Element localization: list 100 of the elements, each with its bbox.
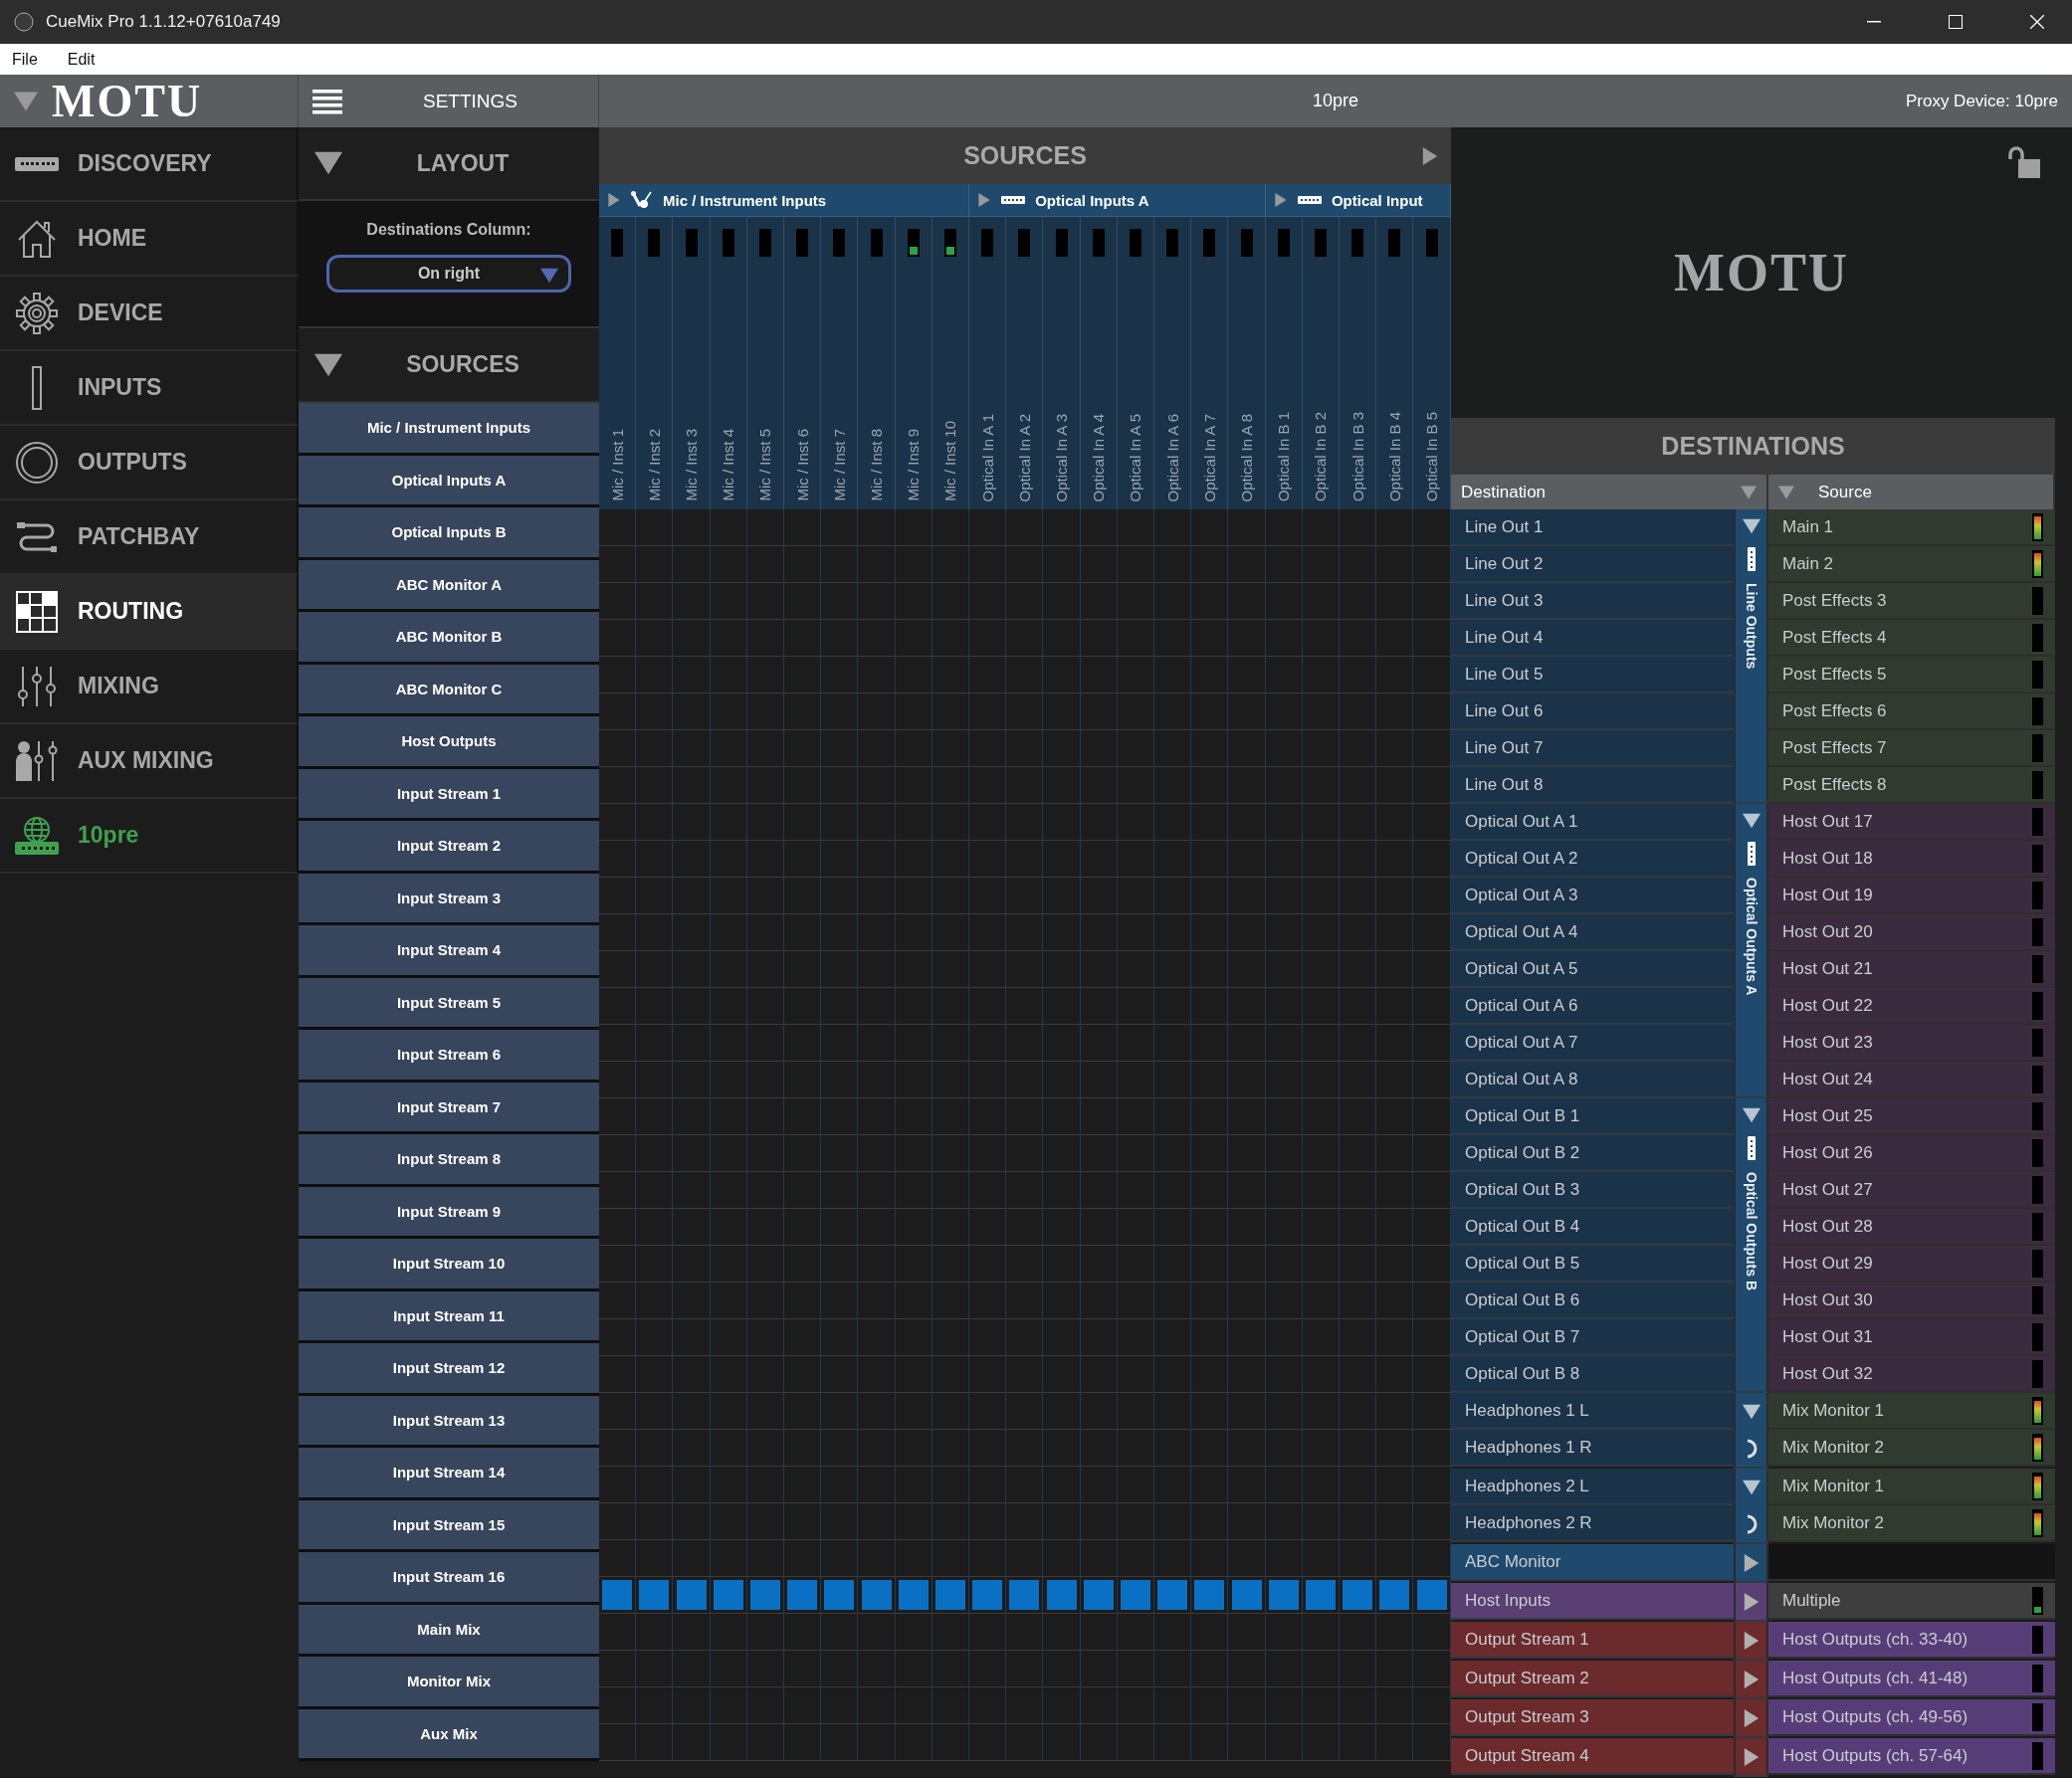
- source-cell[interactable]: Host Out 22: [1768, 988, 2055, 1025]
- source-cell[interactable]: Host Outputs (ch. 49-56): [1768, 1699, 2055, 1736]
- route-square[interactable]: [898, 1580, 929, 1610]
- menu-item[interactable]: Edit: [67, 50, 96, 69]
- source-cell[interactable]: Mix Monitor 1: [1768, 1393, 2055, 1430]
- source-cell[interactable]: Host Out 30: [1768, 1283, 2055, 1319]
- route-square[interactable]: [824, 1580, 855, 1610]
- source-cell[interactable]: Host Out 23: [1768, 1025, 2055, 1062]
- destination-cell[interactable]: Output Stream 3: [1451, 1699, 1734, 1736]
- destination-cell[interactable]: Optical Out A 8: [1451, 1062, 1734, 1098]
- destination-cell[interactable]: Headphones 2 R: [1451, 1505, 1734, 1542]
- source-cell[interactable]: Host Out 17: [1768, 804, 2055, 841]
- destination-cell[interactable]: Optical Out A 1: [1451, 804, 1734, 841]
- group-header[interactable]: Optical Input: [1265, 184, 1451, 217]
- source-list-item[interactable]: Mic / Instrument Inputs: [299, 403, 599, 456]
- nav-item[interactable]: OUTPUTS: [0, 426, 299, 500]
- source-list-item[interactable]: Input Stream 14: [299, 1448, 599, 1500]
- sort-icon[interactable]: [1778, 484, 1794, 500]
- expand-icon[interactable]: [1742, 1592, 1761, 1611]
- group-header[interactable]: Mic / Instrument Inputs: [599, 184, 970, 217]
- destination-cell[interactable]: Line Out 1: [1451, 509, 1734, 546]
- group-header[interactable]: Optical Inputs A: [969, 184, 1266, 217]
- close-icon[interactable]: [2030, 15, 2044, 29]
- expand-icon[interactable]: [1742, 1670, 1761, 1688]
- source-cell[interactable]: Host Out 28: [1768, 1209, 2055, 1246]
- destination-cell[interactable]: Optical Out B 1: [1451, 1098, 1734, 1135]
- source-cell[interactable]: Host Out 32: [1768, 1356, 2055, 1393]
- destination-cell[interactable]: Optical Out A 3: [1451, 878, 1734, 914]
- route-square[interactable]: [1416, 1580, 1447, 1610]
- source-cell[interactable]: Multiple: [1768, 1583, 2055, 1620]
- destination-cell[interactable]: Optical Out B 4: [1451, 1209, 1734, 1246]
- expand-icon[interactable]: [1742, 1553, 1761, 1572]
- destination-cell[interactable]: Optical Out A 7: [1451, 1025, 1734, 1062]
- nav-item[interactable]: INPUTS: [0, 351, 299, 426]
- source-cell[interactable]: Post Effects 4: [1768, 620, 2055, 657]
- collapse-icon[interactable]: [1742, 517, 1761, 535]
- route-square[interactable]: [676, 1580, 707, 1610]
- nav-item[interactable]: DISCOVERY: [0, 127, 299, 202]
- nav-item[interactable]: PATCHBAY: [0, 500, 299, 575]
- route-square[interactable]: [749, 1580, 780, 1610]
- destination-cell[interactable]: Optical Out B 6: [1451, 1283, 1734, 1319]
- source-cell[interactable]: Host Out 29: [1768, 1246, 2055, 1283]
- source-list-item[interactable]: ABC Monitor A: [299, 559, 599, 612]
- dropdown[interactable]: On right: [326, 255, 571, 293]
- source-cell[interactable]: Main 1: [1768, 509, 2055, 546]
- source-list-item[interactable]: Input Stream 6: [299, 1030, 599, 1083]
- sort-icon[interactable]: [1741, 484, 1757, 500]
- menu-item[interactable]: File: [12, 50, 38, 69]
- source-list-item[interactable]: Input Stream 3: [299, 873, 599, 925]
- source-list-item[interactable]: Host Outputs: [299, 716, 599, 769]
- route-square[interactable]: [1083, 1580, 1114, 1610]
- destination-cell[interactable]: Optical Out A 5: [1451, 951, 1734, 988]
- destination-cell[interactable]: Optical Out B 3: [1451, 1172, 1734, 1209]
- nav-item[interactable]: DEVICE: [0, 277, 299, 351]
- collapse-icon[interactable]: [1742, 1478, 1761, 1496]
- nav-item[interactable]: ROUTING: [0, 575, 299, 650]
- source-list-item[interactable]: Input Stream 11: [299, 1290, 599, 1343]
- route-square[interactable]: [1305, 1580, 1336, 1610]
- menu-icon[interactable]: [312, 87, 342, 115]
- destination-cell[interactable]: Line Out 8: [1451, 767, 1734, 804]
- source-cell[interactable]: Host Out 27: [1768, 1172, 2055, 1209]
- route-square[interactable]: [1343, 1580, 1373, 1610]
- destination-cell[interactable]: Optical Out A 4: [1451, 914, 1734, 951]
- route-square[interactable]: [787, 1580, 818, 1610]
- destination-cell[interactable]: Headphones 1 L: [1451, 1393, 1734, 1430]
- source-cell[interactable]: Mix Monitor 2: [1768, 1505, 2055, 1542]
- source-cell[interactable]: Host Out 21: [1768, 951, 2055, 988]
- route-square[interactable]: [1009, 1580, 1040, 1610]
- source-cell[interactable]: Post Effects 3: [1768, 583, 2055, 620]
- destination-cell[interactable]: Output Stream 2: [1451, 1661, 1734, 1697]
- route-square[interactable]: [861, 1580, 892, 1610]
- destination-cell[interactable]: Optical Out B 2: [1451, 1135, 1734, 1172]
- caret-icon[interactable]: [540, 267, 558, 285]
- destination-cell[interactable]: Optical Out A 2: [1451, 841, 1734, 878]
- destination-cell[interactable]: Optical Out A 6: [1451, 988, 1734, 1025]
- route-square[interactable]: [713, 1580, 743, 1610]
- expand-icon[interactable]: [977, 193, 992, 207]
- route-square[interactable]: [639, 1580, 670, 1610]
- destination-cell[interactable]: Host Inputs: [1451, 1583, 1734, 1620]
- source-list-item[interactable]: Input Stream 13: [299, 1395, 599, 1448]
- source-list-item[interactable]: Input Stream 2: [299, 821, 599, 874]
- destination-cell[interactable]: ABC Monitor: [1451, 1544, 1734, 1581]
- source-cell[interactable]: Mix Monitor 1: [1768, 1469, 2055, 1505]
- source-cell[interactable]: Post Effects 8: [1768, 767, 2055, 804]
- collapse-icon[interactable]: [1742, 812, 1761, 830]
- route-square[interactable]: [1046, 1580, 1077, 1610]
- destination-cell[interactable]: Optical Out B 7: [1451, 1319, 1734, 1356]
- source-list-item[interactable]: Input Stream 8: [299, 1134, 599, 1187]
- route-square[interactable]: [1120, 1580, 1150, 1610]
- maximize-icon[interactable]: [1949, 15, 1963, 29]
- route-square[interactable]: [972, 1580, 1003, 1610]
- destination-cell[interactable]: Line Out 5: [1451, 657, 1734, 693]
- route-square[interactable]: [1194, 1580, 1225, 1610]
- nav-item[interactable]: MIXING: [0, 650, 299, 724]
- expand-icon[interactable]: [1421, 147, 1439, 165]
- destination-cell[interactable]: Headphones 1 R: [1451, 1430, 1734, 1467]
- source-cell[interactable]: Host Out 25: [1768, 1098, 2055, 1135]
- source-list-item[interactable]: Input Stream 16: [299, 1552, 599, 1605]
- expand-icon[interactable]: [1742, 1708, 1761, 1727]
- destination-cell[interactable]: Output Stream 4: [1451, 1738, 1734, 1775]
